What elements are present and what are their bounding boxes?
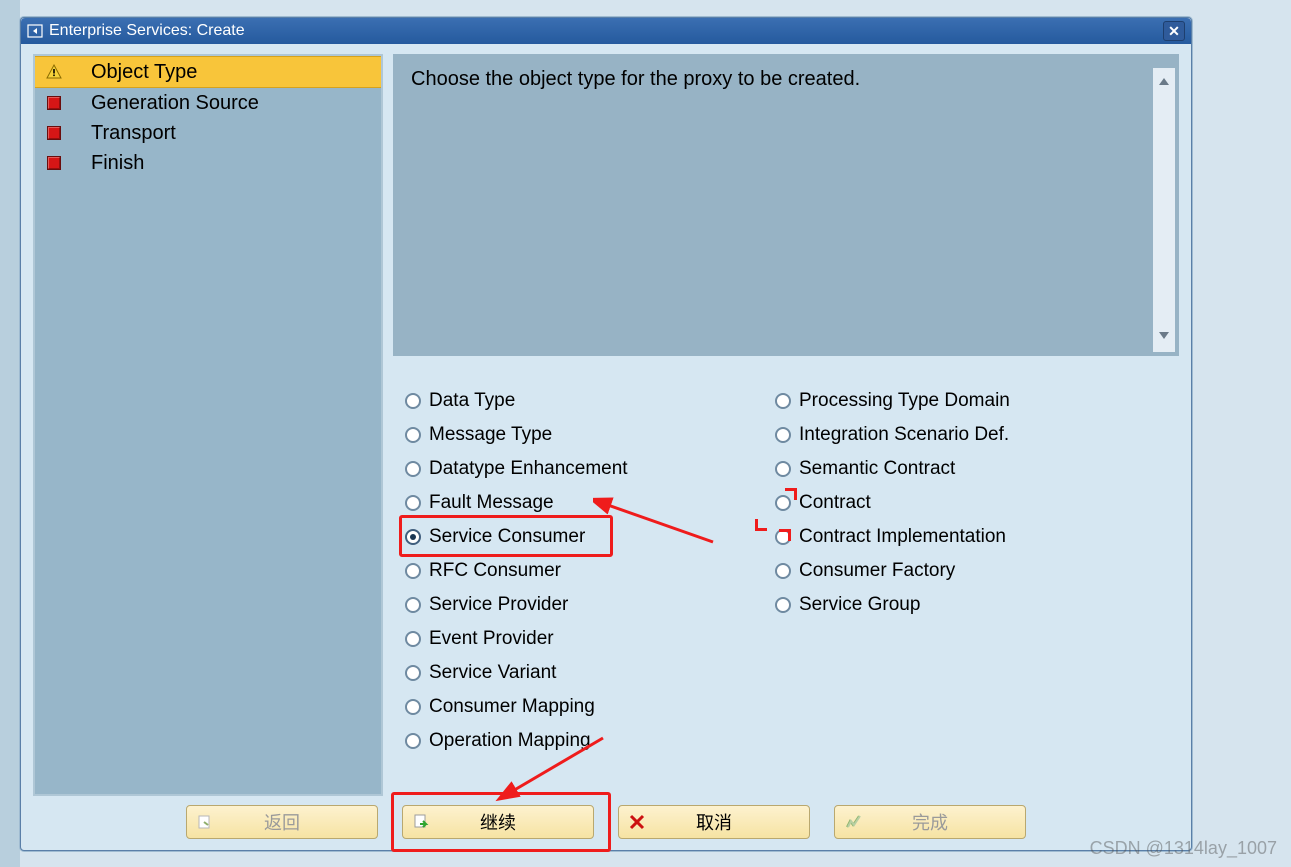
radio-icon[interactable] xyxy=(405,461,421,477)
radio-icon[interactable] xyxy=(775,427,791,443)
option-processing-type-domain[interactable]: Processing Type Domain xyxy=(775,384,1105,418)
option-service-group[interactable]: Service Group xyxy=(775,588,1105,622)
radio-icon[interactable] xyxy=(775,393,791,409)
button-label: 继续 xyxy=(480,809,516,835)
option-service-provider[interactable]: Service Provider xyxy=(405,588,735,622)
window-title: Enterprise Services: Create xyxy=(49,22,1163,40)
content-column: Choose the object type for the proxy to … xyxy=(393,54,1179,796)
pending-icon xyxy=(45,124,63,142)
step-finish[interactable]: Finish xyxy=(35,148,381,178)
finish-button[interactable]: 完成 xyxy=(834,805,1026,839)
radio-icon[interactable] xyxy=(775,529,791,545)
option-label: Service Provider xyxy=(429,594,568,616)
option-semantic-contract[interactable]: Semantic Contract xyxy=(775,452,1105,486)
option-message-type[interactable]: Message Type xyxy=(405,418,735,452)
radio-icon[interactable] xyxy=(775,461,791,477)
back-button[interactable]: 返回 xyxy=(186,805,378,839)
continue-button[interactable]: 继续 xyxy=(402,805,594,839)
radio-icon[interactable] xyxy=(405,427,421,443)
dialog-window: Enterprise Services: Create ✕ xyxy=(20,17,1192,851)
radio-icon[interactable] xyxy=(405,495,421,511)
option-label: Service Consumer xyxy=(429,526,585,548)
radio-icon[interactable] xyxy=(405,699,421,715)
options-area: Data Type Message Type Datatype Enhancem… xyxy=(393,356,1179,796)
radio-icon[interactable] xyxy=(775,563,791,579)
close-button[interactable]: ✕ xyxy=(1163,21,1185,41)
option-label: Service Variant xyxy=(429,662,556,684)
radio-icon[interactable] xyxy=(405,393,421,409)
step-transport[interactable]: Transport xyxy=(35,118,381,148)
option-service-consumer[interactable]: Service Consumer xyxy=(405,520,735,554)
instruction-panel: Choose the object type for the proxy to … xyxy=(393,54,1179,356)
option-fault-message[interactable]: Fault Message xyxy=(405,486,735,520)
step-object-type[interactable]: Object Type xyxy=(35,56,381,88)
option-label: Fault Message xyxy=(429,492,554,514)
option-label: Service Group xyxy=(799,594,920,616)
option-integration-scenario-def[interactable]: Integration Scenario Def. xyxy=(775,418,1105,452)
cancel-button[interactable]: 取消 xyxy=(618,805,810,839)
radio-icon[interactable] xyxy=(405,597,421,613)
step-label: Object Type xyxy=(91,61,197,84)
radio-icon[interactable] xyxy=(405,733,421,749)
option-rfc-consumer[interactable]: RFC Consumer xyxy=(405,554,735,588)
option-service-variant[interactable]: Service Variant xyxy=(405,656,735,690)
option-label: Event Provider xyxy=(429,628,554,650)
window-icon xyxy=(27,23,43,39)
finish-icon xyxy=(843,812,863,832)
main-columns: Object Type Generation Source Transport … xyxy=(33,54,1179,796)
option-contract[interactable]: Contract xyxy=(775,486,1105,520)
radio-icon[interactable] xyxy=(405,563,421,579)
option-label: Contract Implementation xyxy=(799,526,1006,548)
option-operation-mapping[interactable]: Operation Mapping xyxy=(405,724,735,758)
continue-icon xyxy=(411,812,431,832)
button-row: 返回 继续 取消 完成 xyxy=(33,802,1179,842)
option-label: Consumer Mapping xyxy=(429,696,595,718)
option-label: Consumer Factory xyxy=(799,560,955,582)
option-label: RFC Consumer xyxy=(429,560,561,582)
option-label: Message Type xyxy=(429,424,552,446)
option-consumer-factory[interactable]: Consumer Factory xyxy=(775,554,1105,588)
options-col-1: Data Type Message Type Datatype Enhancem… xyxy=(405,384,735,758)
scroll-down-icon[interactable] xyxy=(1157,325,1171,348)
radio-icon-selected[interactable] xyxy=(405,529,421,545)
radio-icon[interactable] xyxy=(405,665,421,681)
scroll-up-icon[interactable] xyxy=(1157,72,1171,95)
step-generation-source[interactable]: Generation Source xyxy=(35,88,381,118)
wizard-steps-inner: Object Type Generation Source Transport … xyxy=(35,56,381,794)
radio-icon[interactable] xyxy=(405,631,421,647)
options-columns: Data Type Message Type Datatype Enhancem… xyxy=(405,384,1179,758)
option-data-type[interactable]: Data Type xyxy=(405,384,735,418)
pending-icon xyxy=(45,94,63,112)
instruction-text: Choose the object type for the proxy to … xyxy=(411,68,1153,352)
option-event-provider[interactable]: Event Provider xyxy=(405,622,735,656)
option-label: Integration Scenario Def. xyxy=(799,424,1009,446)
step-label: Finish xyxy=(91,152,144,175)
option-label: Processing Type Domain xyxy=(799,390,1010,412)
button-label: 取消 xyxy=(696,809,732,835)
option-consumer-mapping[interactable]: Consumer Mapping xyxy=(405,690,735,724)
cancel-icon xyxy=(627,812,647,832)
option-label: Operation Mapping xyxy=(429,730,591,752)
option-contract-implementation[interactable]: Contract Implementation xyxy=(775,520,1105,554)
option-label: Datatype Enhancement xyxy=(429,458,628,480)
options-col-2: Processing Type Domain Integration Scena… xyxy=(775,384,1105,758)
background-stripe xyxy=(0,0,20,867)
option-datatype-enhancement[interactable]: Datatype Enhancement xyxy=(405,452,735,486)
pending-icon xyxy=(45,154,63,172)
window-body: Object Type Generation Source Transport … xyxy=(21,44,1191,850)
button-label: 完成 xyxy=(912,809,948,835)
radio-icon[interactable] xyxy=(775,495,791,511)
step-label: Generation Source xyxy=(91,92,259,115)
option-label: Data Type xyxy=(429,390,515,412)
back-icon xyxy=(195,812,215,832)
button-label: 返回 xyxy=(264,809,300,835)
warning-icon xyxy=(45,63,63,81)
step-label: Transport xyxy=(91,122,176,145)
option-label: Contract xyxy=(799,492,871,514)
instruction-scrollbar[interactable] xyxy=(1153,68,1175,352)
radio-icon[interactable] xyxy=(775,597,791,613)
title-bar: Enterprise Services: Create ✕ xyxy=(21,18,1191,44)
option-label: Semantic Contract xyxy=(799,458,955,480)
wizard-steps-panel: Object Type Generation Source Transport … xyxy=(33,54,383,796)
